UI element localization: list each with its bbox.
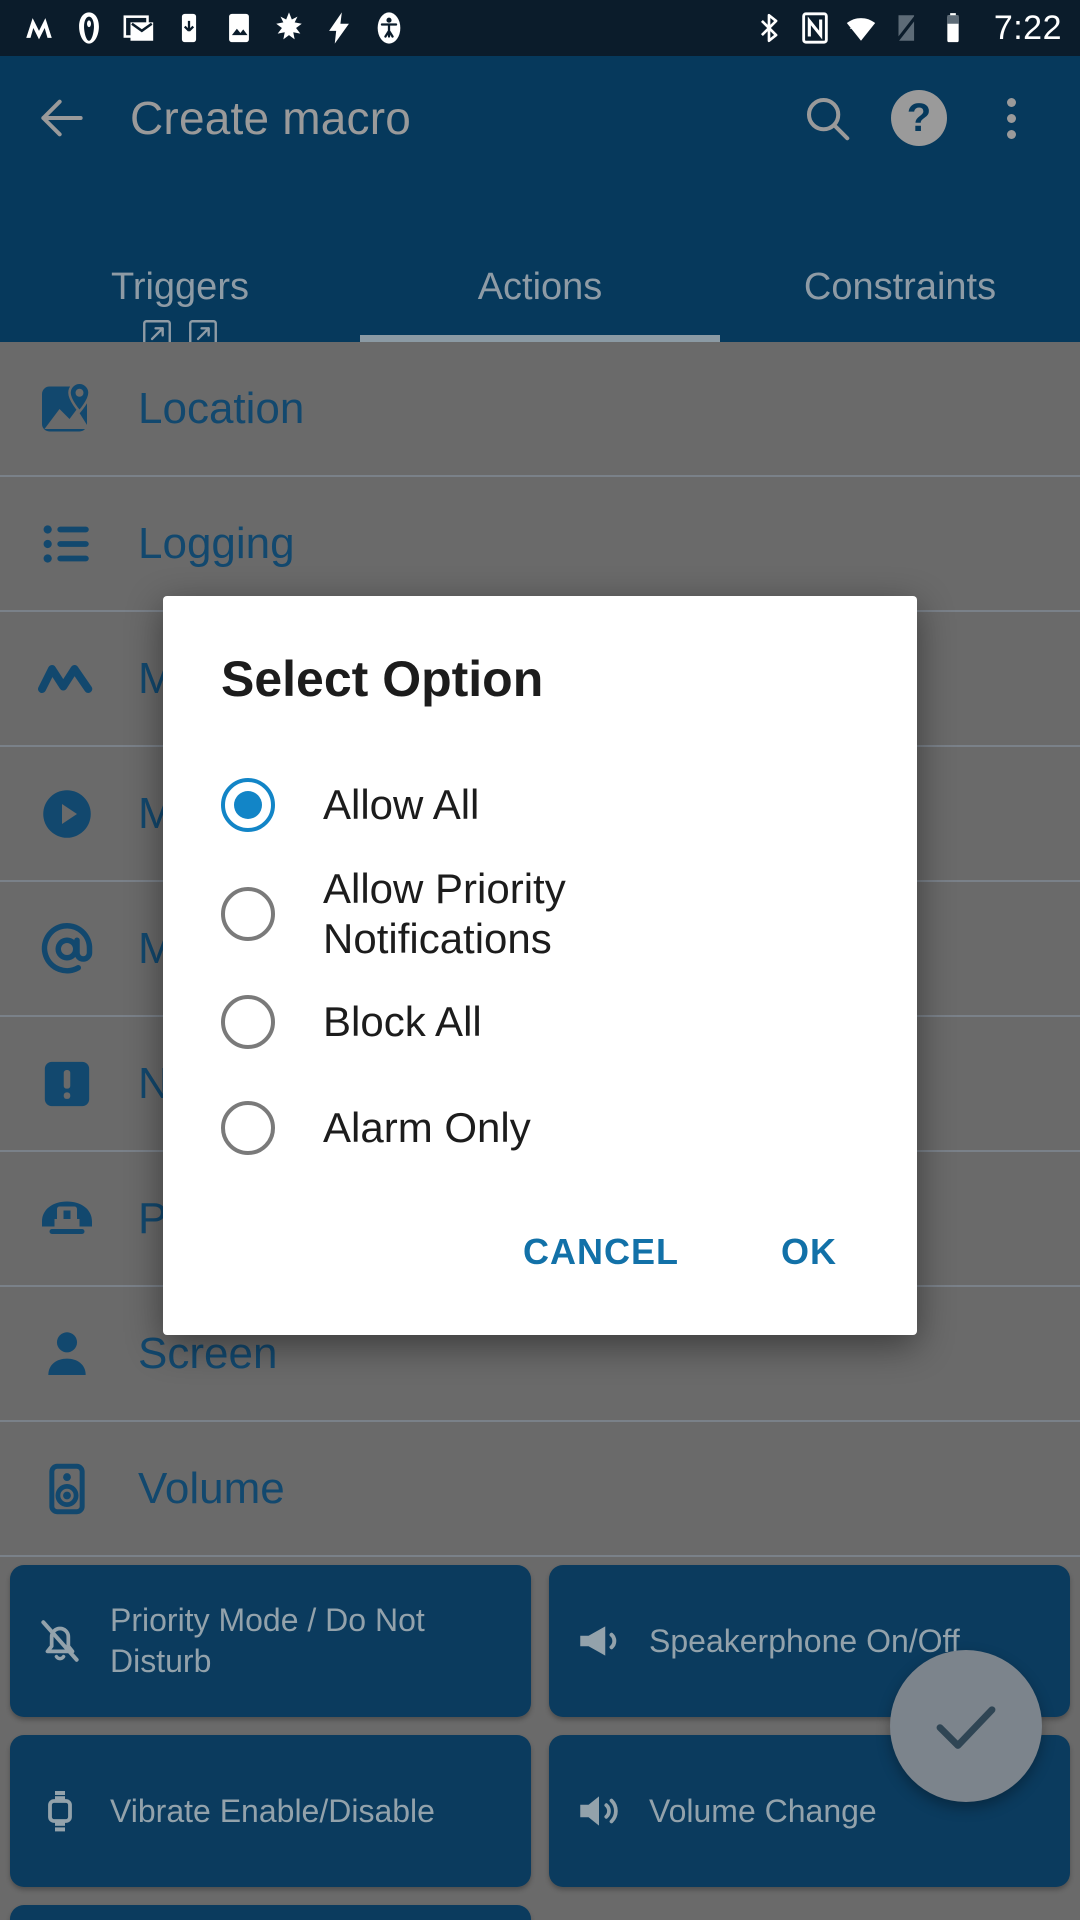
dialog-option-label: Alarm Only bbox=[323, 1104, 531, 1152]
dialog-option-label: Allow All bbox=[323, 781, 480, 829]
radio-button-allow-priority[interactable] bbox=[221, 886, 275, 941]
dialog-title: Select Option bbox=[221, 651, 544, 707]
dialog-option-allow-priority-notifications[interactable]: Allow Priority Notifications bbox=[163, 858, 917, 969]
dialog-actions: CANCEL OK bbox=[163, 1189, 917, 1335]
radio-button-allow-all[interactable] bbox=[221, 778, 275, 832]
screen-root: 7:22 Create macro ? Triggers Actions Con… bbox=[0, 0, 1080, 1920]
dialog-option-list: Allow All Allow Priority Notifications B… bbox=[163, 752, 917, 1189]
dialog-option-alarm-only[interactable]: Alarm Only bbox=[163, 1075, 917, 1181]
cancel-button[interactable]: CANCEL bbox=[501, 1217, 701, 1287]
dialog-option-block-all[interactable]: Block All bbox=[163, 969, 917, 1075]
select-option-dialog: Select Option Allow All Allow Priority N… bbox=[163, 596, 917, 1336]
dialog-option-allow-all[interactable]: Allow All bbox=[163, 752, 917, 858]
dialog-option-label: Allow Priority Notifications bbox=[323, 865, 566, 962]
ok-button[interactable]: OK bbox=[759, 1217, 859, 1287]
radio-button-block-all[interactable] bbox=[221, 995, 275, 1050]
dialog-option-label: Block All bbox=[323, 998, 482, 1046]
radio-button-alarm-only[interactable] bbox=[221, 1101, 275, 1156]
